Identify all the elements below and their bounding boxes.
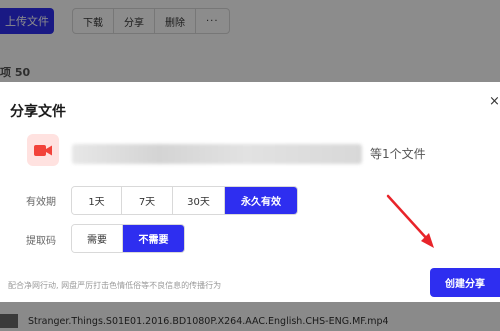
create-share-button[interactable]: 创建分享 xyxy=(430,268,500,297)
extraction-code-options: 需要 不需要 xyxy=(71,224,185,253)
modal-backdrop-top xyxy=(0,0,500,82)
validity-option-30-days[interactable]: 30天 xyxy=(173,187,225,214)
code-option-required[interactable]: 需要 xyxy=(72,225,123,252)
video-thumbnail xyxy=(0,314,18,328)
validity-option-permanent[interactable]: 永久有效 xyxy=(225,187,297,214)
list-item[interactable]: Stranger.Things.S01E01.2016.BD1080P.X264… xyxy=(0,311,500,331)
file-count: 等1个文件 xyxy=(370,147,426,161)
validity-option-7-days[interactable]: 7天 xyxy=(122,187,173,214)
file-name: Stranger.Things.S01E01.2016.BD1080P.X264… xyxy=(28,315,389,327)
extraction-code-label: 提取码 xyxy=(26,236,56,247)
policy-notice: 配合净网行动, 网盘严厉打击色情低俗等不良信息的传播行为 xyxy=(8,281,222,290)
blurred-file-name xyxy=(72,144,362,164)
validity-options: 1天 7天 30天 永久有效 xyxy=(71,186,298,215)
code-option-not-required[interactable]: 不需要 xyxy=(123,225,184,252)
validity-option-1-day[interactable]: 1天 xyxy=(72,187,122,214)
close-icon[interactable]: × xyxy=(489,94,500,109)
validity-label: 有效期 xyxy=(26,197,56,208)
video-file-icon xyxy=(27,134,59,166)
share-dialog: 分享文件 × 等1个文件 有效期 1天 7天 30天 永久有效 提取码 需要 不… xyxy=(0,82,500,302)
dialog-title: 分享文件 xyxy=(10,104,66,120)
